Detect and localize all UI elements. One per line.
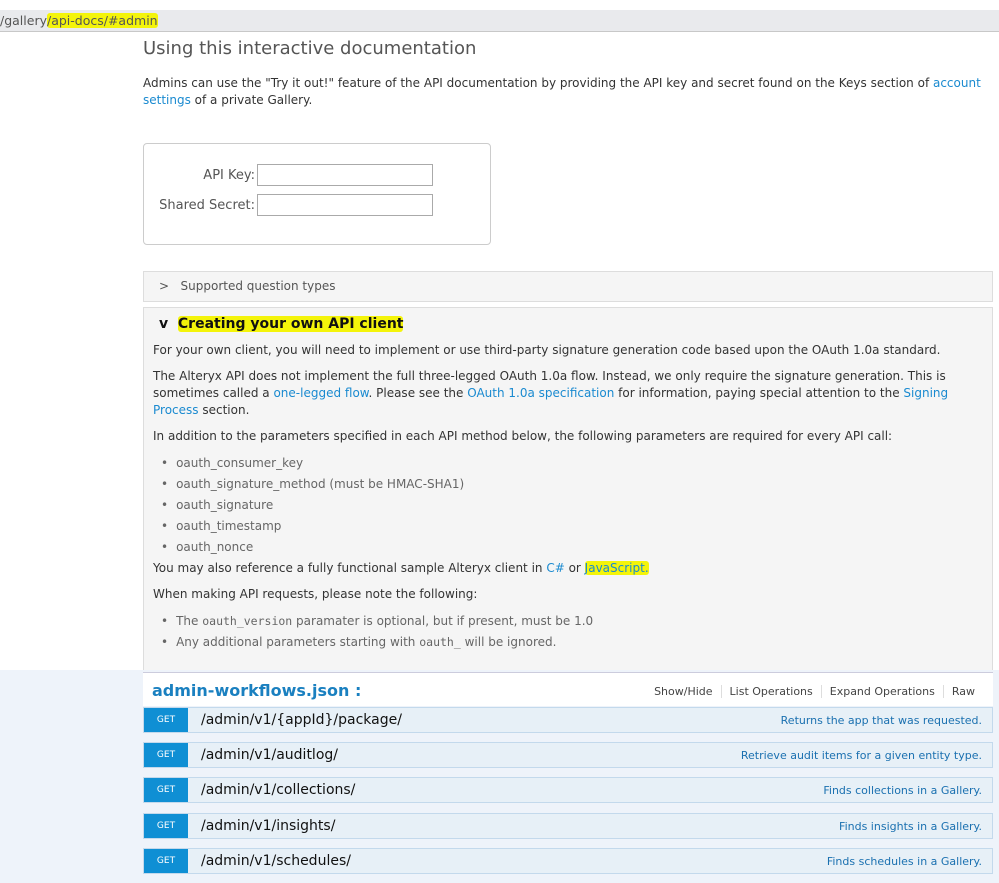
url-prefix: /gallery [0, 13, 47, 28]
text: will be ignored. [460, 635, 557, 649]
chevron-right-icon: > [159, 279, 170, 293]
api-client-title: Creating your own API client [177, 316, 404, 332]
text: section. [198, 403, 250, 417]
text: You may also reference a fully functiona… [153, 561, 547, 575]
api-client-header[interactable]: v Creating your own API client [159, 316, 983, 332]
list-item: Any additional parameters starting with … [161, 632, 983, 653]
credentials-form: API Key: Shared Secret: [143, 143, 491, 245]
text: for information, paying special attentio… [614, 386, 904, 400]
supported-question-types-panel[interactable]: > Supported question types [143, 271, 993, 302]
get-method-badge[interactable]: GET [144, 708, 188, 732]
raw-link[interactable]: Raw [942, 685, 983, 698]
endpoint-path[interactable]: /admin/v1/auditlog/ [201, 747, 338, 763]
list-item: oauth_signature [161, 495, 983, 516]
page-title: Using this interactive documentation [143, 38, 477, 59]
endpoint-description[interactable]: Finds schedules in a Gallery. [827, 855, 982, 868]
intro-text: Admins can use the "Try it out!" feature… [143, 75, 993, 109]
chevron-down-icon: v [159, 316, 169, 332]
api-key-label: API Key: [203, 167, 255, 183]
text: . Please see the [368, 386, 468, 400]
resource-header: admin-workflows.json : Show/Hide List Op… [143, 672, 993, 706]
intro-text-end: of a private Gallery. [190, 93, 313, 107]
get-method-badge[interactable]: GET [144, 849, 188, 873]
list-item: oauth_consumer_key [161, 453, 983, 474]
list-item: oauth_timestamp [161, 516, 983, 537]
expand-operations-link[interactable]: Expand Operations [820, 685, 943, 698]
list-item: The oauth_version paramater is optional,… [161, 611, 983, 632]
code: oauth_version [202, 614, 293, 628]
address-bar[interactable]: /gallery/api-docs/#admin [0, 10, 999, 32]
endpoint-row[interactable]: GET/admin/v1/auditlog/Retrieve audit ite… [143, 742, 993, 768]
get-method-badge[interactable]: GET [144, 778, 188, 802]
one-legged-flow-link[interactable]: one-legged flow [273, 386, 368, 400]
list-item: oauth_nonce [161, 537, 983, 558]
endpoint-description[interactable]: Finds collections in a Gallery. [823, 784, 982, 797]
main-content: Using this interactive documentation Adm… [143, 32, 993, 675]
list-item: oauth_signature_method (must be HMAC-SHA… [161, 474, 983, 495]
endpoint-path[interactable]: /admin/v1/{appId}/package/ [201, 712, 402, 728]
endpoint-description[interactable]: Returns the app that was requested. [781, 714, 982, 727]
endpoint-path[interactable]: /admin/v1/collections/ [201, 782, 355, 798]
params-list: oauth_consumer_key oauth_signature_metho… [161, 453, 983, 558]
show-hide-link[interactable]: Show/Hide [646, 685, 720, 698]
get-method-badge[interactable]: GET [144, 743, 188, 767]
paragraph: For your own client, you will need to im… [153, 343, 941, 357]
endpoint-description[interactable]: Retrieve audit items for a given entity … [741, 749, 982, 762]
list-operations-link[interactable]: List Operations [720, 685, 821, 698]
notes-list: The oauth_version paramater is optional,… [161, 611, 983, 653]
endpoint-description[interactable]: Finds insights in a Gallery. [839, 820, 982, 833]
oauth-spec-link[interactable]: OAuth 1.0a specification [467, 386, 614, 400]
endpoint-row[interactable]: GET/admin/v1/{appId}/package/Returns the… [143, 707, 993, 733]
resource-title[interactable]: admin-workflows.json : [152, 681, 361, 700]
text: or [564, 561, 585, 575]
csharp-link[interactable]: C# [546, 561, 564, 575]
text: The [176, 614, 203, 628]
paragraph: When making API requests, please note th… [153, 587, 478, 601]
paragraph: You may also reference a fully functiona… [153, 560, 983, 577]
url-path: /api-docs/#admin [46, 13, 158, 28]
code: oauth_ [419, 635, 461, 649]
endpoint-row[interactable]: GET/admin/v1/collections/Finds collectio… [143, 777, 993, 803]
paragraph: The Alteryx API does not implement the f… [153, 368, 983, 419]
intro-text-start: Admins can use the "Try it out!" feature… [143, 76, 933, 90]
text: paramater is optional, but if present, m… [292, 614, 594, 628]
javascript-link[interactable]: JavaScript. [584, 561, 649, 575]
shared-secret-input[interactable] [257, 194, 433, 216]
api-key-input[interactable] [257, 164, 433, 186]
resource-operations: Show/Hide List Operations Expand Operati… [646, 685, 983, 698]
endpoint-path[interactable]: /admin/v1/insights/ [201, 818, 335, 834]
paragraph: In addition to the parameters specified … [153, 429, 893, 443]
get-method-badge[interactable]: GET [144, 814, 188, 838]
api-client-panel: v Creating your own API client For your … [143, 307, 993, 675]
endpoint-path[interactable]: /admin/v1/schedules/ [201, 853, 351, 869]
panel-label: Supported question types [180, 279, 336, 293]
endpoint-row[interactable]: GET/admin/v1/insights/Finds insights in … [143, 813, 993, 839]
shared-secret-label: Shared Secret: [159, 197, 255, 213]
endpoint-row[interactable]: GET/admin/v1/schedules/Finds schedules i… [143, 848, 993, 874]
text: Any additional parameters starting with [176, 635, 420, 649]
